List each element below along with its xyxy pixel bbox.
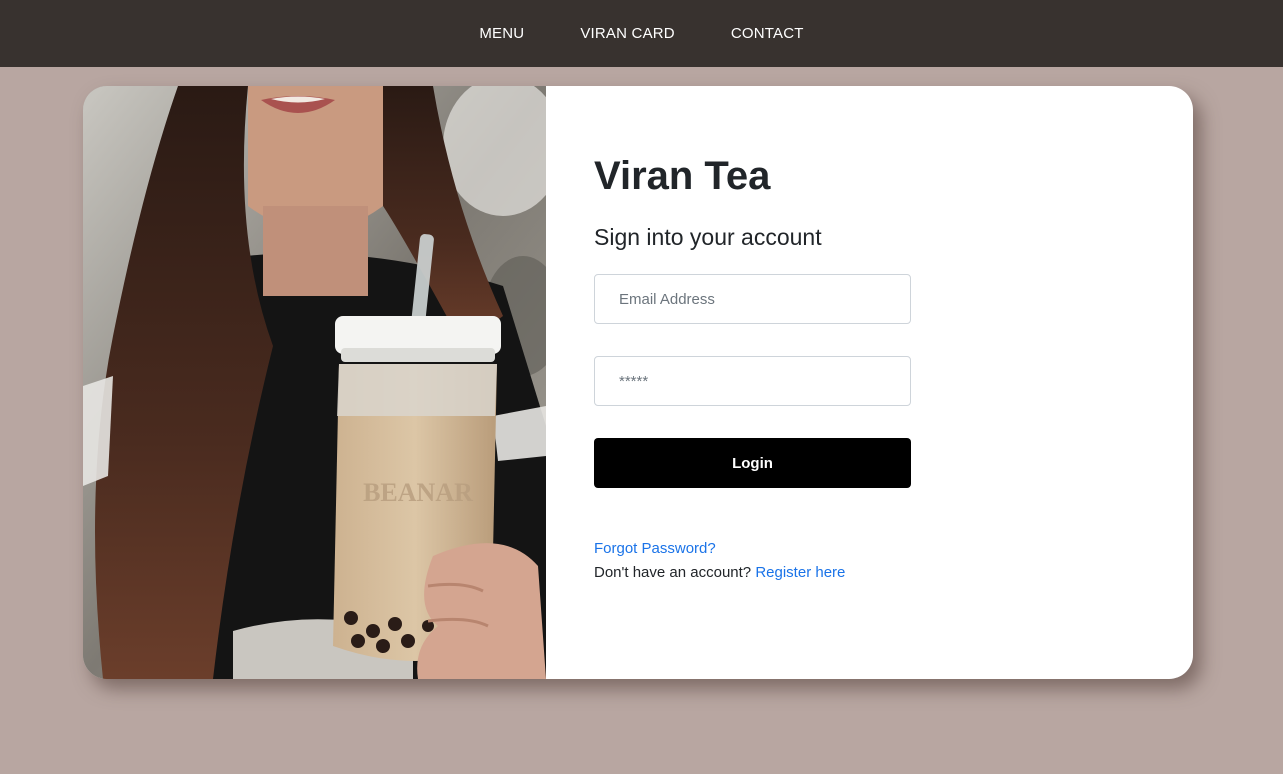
- cup-logo-text: BEANAR: [363, 478, 473, 507]
- no-account-text: Don't have an account?: [594, 564, 752, 581]
- login-card: BEANAR Viran Tea Sign into your account …: [83, 86, 1193, 679]
- nav-contact-link[interactable]: CONTACT: [731, 25, 804, 42]
- sign-in-subtitle: Sign into your account: [594, 224, 822, 250]
- bubble-tea-photo: BEANAR: [83, 86, 546, 679]
- register-prompt: Don't have an account? Register here: [594, 564, 845, 581]
- login-button[interactable]: Login: [594, 438, 911, 488]
- login-form-panel: Viran Tea Sign into your account Login F…: [546, 86, 1193, 679]
- nav-menu-link[interactable]: MENU: [479, 25, 524, 42]
- password-field[interactable]: [594, 356, 911, 406]
- email-field[interactable]: [594, 274, 911, 324]
- top-navigation: MENU VIRAN CARD CONTACT: [0, 0, 1283, 67]
- brand-title: Viran Tea: [594, 154, 771, 198]
- nav-viran-card-link[interactable]: VIRAN CARD: [580, 25, 675, 42]
- register-link[interactable]: Register here: [755, 564, 845, 581]
- forgot-password-link[interactable]: Forgot Password?: [594, 540, 716, 557]
